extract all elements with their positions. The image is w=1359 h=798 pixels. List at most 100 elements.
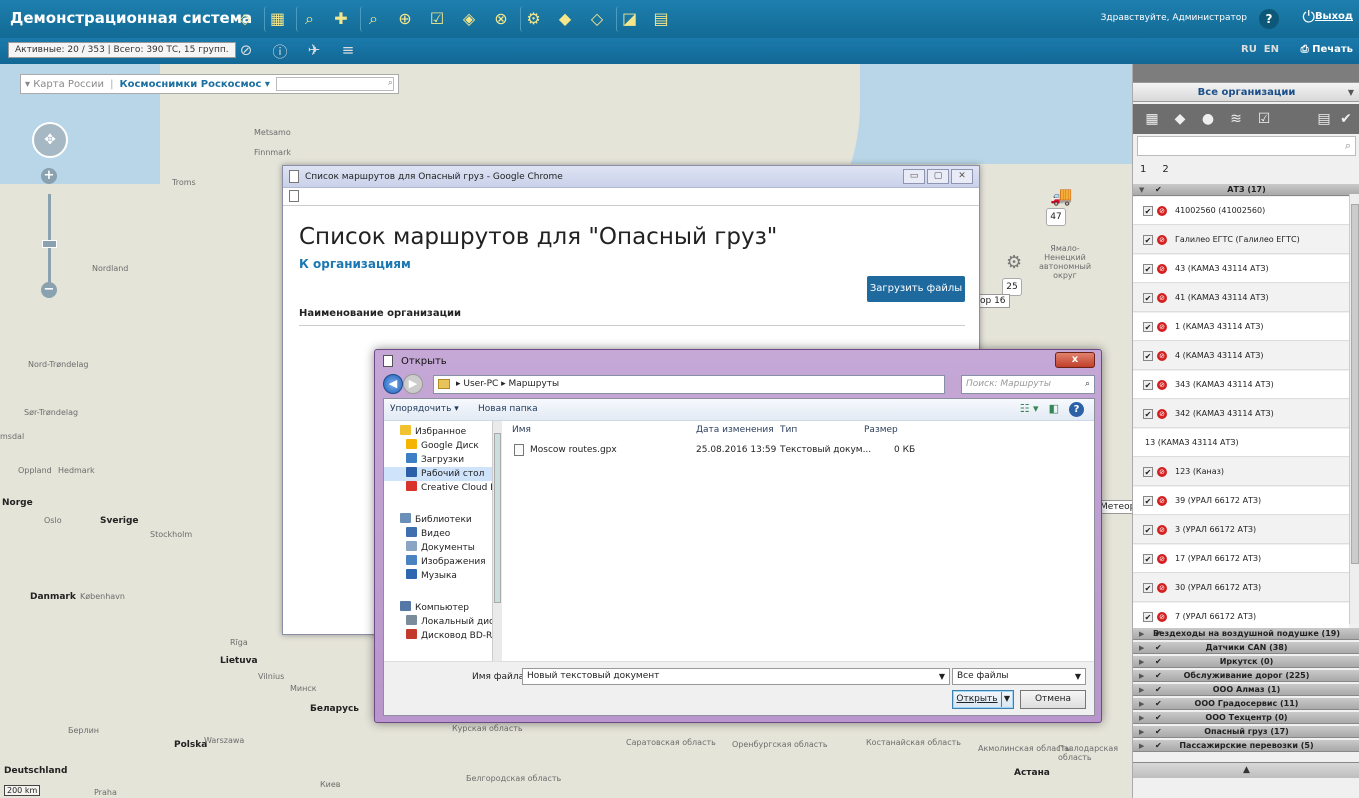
vehicle-checkbox[interactable]: ✔: [1143, 612, 1153, 622]
zoom-slider-handle[interactable]: [42, 240, 57, 248]
help-icon[interactable]: ?: [1259, 9, 1279, 29]
col-type[interactable]: Тип: [780, 425, 797, 435]
vehicle-group[interactable]: ▶ ✔ ООО Алмаз (1): [1133, 684, 1359, 696]
vehicle-group[interactable]: ▶ ✔ Опасный груз (17): [1133, 726, 1359, 738]
vehicle-checkbox[interactable]: ✔: [1143, 409, 1153, 419]
checklist-icon[interactable]: ☑: [424, 6, 450, 32]
col-size[interactable]: Размер: [864, 425, 898, 435]
vehicle-off-icon[interactable]: ⊘: [236, 41, 256, 62]
calculator-icon[interactable]: ▦: [264, 6, 290, 32]
address-bar[interactable]: [283, 188, 979, 206]
zoom-out-button[interactable]: −: [41, 282, 57, 298]
lang-ru[interactable]: RU: [1241, 44, 1257, 55]
layer-map-russia[interactable]: ▾ Карта России: [25, 79, 104, 90]
tab-1[interactable]: 1: [1137, 164, 1149, 175]
nav-item[interactable]: Изображения: [384, 555, 486, 569]
vehicle-group[interactable]: ▶ ✔ Вездеходы на воздушной подушке (19): [1133, 628, 1359, 640]
vehicle-group[interactable]: ▶ ✔ Иркутск (0): [1133, 656, 1359, 668]
nav-item[interactable]: Creative Cloud F: [384, 481, 492, 495]
vehicle-row[interactable]: ✔ ⊘ 39 (УРАЛ 66172 АТЗ): [1133, 487, 1349, 515]
tag-icon[interactable]: ⬦: [232, 6, 258, 32]
chevron-down-icon[interactable]: ▼: [939, 669, 945, 684]
to-organizations-link[interactable]: К организациям: [299, 257, 411, 271]
vehicle-checkbox[interactable]: ✔: [1143, 235, 1153, 245]
nav-item[interactable]: Загрузки: [384, 453, 464, 467]
close-icon[interactable]: ✕: [951, 169, 973, 184]
pan-control[interactable]: ✥: [32, 122, 68, 158]
tag-icon[interactable]: ◆: [1169, 110, 1191, 128]
nav-item[interactable]: Избранное: [384, 425, 466, 439]
add-object-icon[interactable]: ✚: [328, 6, 354, 32]
scroll-thumb[interactable]: [1351, 204, 1359, 564]
vehicle-group[interactable]: ▶ ✔ Датчики CAN (38): [1133, 642, 1359, 654]
col-name[interactable]: Имя: [512, 425, 531, 435]
vehicle-row[interactable]: ✔ ⊘ 7 (УРАЛ 66172 АТЗ): [1133, 603, 1349, 631]
vehicle-checkbox[interactable]: ✔: [1143, 496, 1153, 506]
navigation-scrollbar[interactable]: [492, 421, 502, 661]
forward-arrow-icon[interactable]: ▶: [403, 374, 423, 394]
vehicle-row[interactable]: ✔ ⊘ 3 (УРАЛ 66172 АТЗ): [1133, 516, 1349, 544]
power-icon[interactable]: ⏻: [1302, 7, 1315, 27]
route-edit-icon[interactable]: ⊗: [488, 6, 514, 32]
vehicle-count-badge[interactable]: 47: [1046, 208, 1066, 226]
open-button[interactable]: Открыть ▼: [952, 690, 1014, 709]
path-breadcrumb[interactable]: ▸ User-PC ▸ Маршруты ▾ ↻: [433, 375, 990, 410]
help-icon[interactable]: ?: [1069, 402, 1084, 417]
vehicle-check-icon[interactable]: ◈: [456, 6, 482, 32]
col-date[interactable]: Дата изменения: [696, 425, 774, 435]
vehicle-checkbox[interactable]: ✔: [1143, 264, 1153, 274]
minimize-icon[interactable]: ▭: [903, 169, 925, 184]
filename-input[interactable]: Новый текстовый документ ▼: [522, 668, 950, 685]
vehicle-row[interactable]: ✔ ⊘ 342 (КАМАЗ 43114 АТЗ): [1133, 400, 1349, 428]
map-search-input[interactable]: ⌕: [275, 77, 394, 91]
nav-item[interactable]: Локальный диск: [384, 615, 492, 629]
truck-icon[interactable]: 🚚: [1050, 186, 1072, 207]
table-icon[interactable]: ▤: [1313, 110, 1335, 128]
collapse-button[interactable]: ▲: [1133, 762, 1359, 778]
check-all-icon[interactable]: ✔: [1335, 110, 1357, 128]
vehicle-checkbox[interactable]: ✔: [1143, 380, 1153, 390]
upload-files-button[interactable]: Загрузить файлы: [867, 276, 965, 302]
filter-icon[interactable]: ≡: [338, 41, 358, 62]
organize-menu[interactable]: Упорядочить ▾: [390, 404, 459, 414]
vehicle-row[interactable]: ✔ ⊘ 43 (КАМАЗ 43114 АТЗ): [1133, 255, 1349, 283]
vehicle-group[interactable]: ▼ ✔ АТЗ (17): [1133, 184, 1359, 196]
preview-pane-icon[interactable]: ◧: [1049, 402, 1059, 417]
vehicle-checkbox[interactable]: ✔: [1143, 583, 1153, 593]
tab-2[interactable]: 2: [1159, 164, 1171, 175]
lang-en[interactable]: EN: [1264, 44, 1279, 55]
vehicle-label[interactable]: ор 16: [976, 294, 1010, 308]
vehicle-group[interactable]: ▶ ✔ ООО Техцентр (0): [1133, 712, 1359, 724]
sidebar-search-input[interactable]: ⌕: [1137, 136, 1356, 156]
logout-link[interactable]: Выход: [1315, 11, 1353, 22]
vehicle-row[interactable]: ✔ ⊘ 17 (УРАЛ 66172 АТЗ): [1133, 545, 1349, 573]
cancel-button[interactable]: Отмена: [1020, 690, 1086, 709]
vehicle-row[interactable]: ✔ ⊘ Галилео ЕГТС (Галилео ЕГТС): [1133, 226, 1349, 254]
info-icon[interactable]: ⓘ: [270, 41, 290, 62]
add-vehicle-icon[interactable]: ◆: [552, 6, 578, 32]
vehicle-row[interactable]: ✔ ⊘ 1 (КАМАЗ 43114 АТЗ): [1133, 313, 1349, 341]
vehicle-checkbox[interactable]: ✔: [1143, 525, 1153, 535]
new-folder-button[interactable]: Новая папка: [478, 404, 538, 414]
zoom-search-icon[interactable]: ⌕: [296, 6, 322, 32]
tanker-icon[interactable]: ⚙: [1006, 252, 1022, 273]
checkbox-icon[interactable]: ☑: [1253, 110, 1275, 128]
gear-icon[interactable]: ⚙: [520, 6, 546, 32]
file-row[interactable]: Moscow routes.gpx 25.08.2016 13:59 Текст…: [504, 443, 1094, 457]
filetype-select[interactable]: Все файлы ▼: [952, 668, 1086, 685]
vehicle-row[interactable]: ✔ ⊘ 123 (Каназ): [1133, 458, 1349, 486]
vehicle-checkbox[interactable]: ✔: [1143, 467, 1153, 477]
vehicle-group-icon[interactable]: ◇: [584, 6, 610, 32]
add-route-icon[interactable]: ⊕: [392, 6, 418, 32]
maximize-icon[interactable]: ▢: [927, 169, 949, 184]
vehicle-row[interactable]: ✔ ⊘ 30 (УРАЛ 66172 АТЗ): [1133, 574, 1349, 602]
scroll-thumb[interactable]: [494, 433, 501, 603]
nav-item[interactable]: Видео: [384, 527, 450, 541]
vehicle-group[interactable]: ▶ ✔ Обслуживание дорог (225): [1133, 670, 1359, 682]
organization-select[interactable]: Все организации ▼: [1133, 82, 1359, 102]
vehicle-group[interactable]: ▶ ✔ Пассажирские перевозки (5): [1133, 740, 1359, 752]
nav-item[interactable]: Google Диск: [384, 439, 479, 453]
chart-icon[interactable]: ◪: [616, 6, 642, 32]
nav-item[interactable]: Рабочий стол: [384, 467, 492, 481]
vehicle-row[interactable]: ✔ ⊘ 41 (КАМАЗ 43114 АТЗ): [1133, 284, 1349, 312]
